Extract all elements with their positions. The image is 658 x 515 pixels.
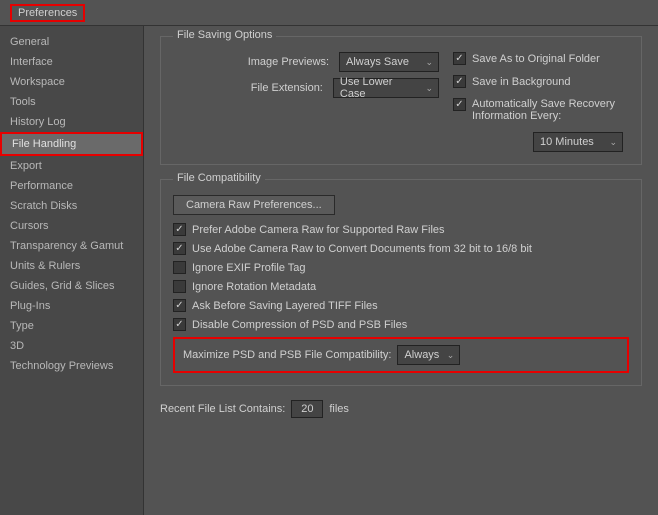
- file-compatibility-title: File Compatibility: [173, 172, 265, 184]
- prefer-adobe-raw-checkbox[interactable]: [173, 223, 186, 236]
- auto-save-recovery-label: Automatically Save Recovery Information …: [472, 98, 629, 122]
- sidebar-item-transparency-gamut[interactable]: Transparency & Gamut: [0, 236, 143, 256]
- recent-files-row: Recent File List Contains: files: [160, 400, 642, 418]
- use-adobe-raw-convert-checkbox[interactable]: [173, 242, 186, 255]
- disable-compression-checkbox[interactable]: [173, 318, 186, 331]
- chevron-down-icon: ⌄: [447, 350, 455, 361]
- recovery-interval-select[interactable]: 10 Minutes ⌄: [533, 132, 623, 152]
- maximize-compat-select[interactable]: Always ⌄: [397, 345, 460, 365]
- sidebar-item-general[interactable]: General: [0, 32, 143, 52]
- ignore-rotation-checkbox[interactable]: [173, 280, 186, 293]
- sidebar-item-guides-grid-slices[interactable]: Guides, Grid & Slices: [0, 276, 143, 296]
- chevron-down-icon: ⌄: [425, 57, 433, 68]
- recent-files-suffix: files: [329, 403, 349, 415]
- sidebar-item-technology-previews[interactable]: Technology Previews: [0, 356, 143, 376]
- sidebar-item-plug-ins[interactable]: Plug-Ins: [0, 296, 143, 316]
- sidebar-item-history-log[interactable]: History Log: [0, 112, 143, 132]
- sidebar: GeneralInterfaceWorkspaceToolsHistory Lo…: [0, 26, 144, 515]
- window-title: Preferences: [10, 4, 85, 22]
- file-saving-title: File Saving Options: [173, 29, 276, 41]
- sidebar-item-interface[interactable]: Interface: [0, 52, 143, 72]
- sidebar-item-export[interactable]: Export: [0, 156, 143, 176]
- sidebar-item-tools[interactable]: Tools: [0, 92, 143, 112]
- sidebar-item-workspace[interactable]: Workspace: [0, 72, 143, 92]
- file-saving-group: File Saving Options Image Previews: Alwa…: [160, 36, 642, 165]
- sidebar-item-cursors[interactable]: Cursors: [0, 216, 143, 236]
- ask-tiff-label: Ask Before Saving Layered TIFF Files: [192, 300, 378, 312]
- sidebar-item-file-handling[interactable]: File Handling: [0, 132, 143, 156]
- image-previews-label: Image Previews:: [173, 56, 333, 68]
- content-panel: File Saving Options Image Previews: Alwa…: [144, 26, 658, 515]
- file-saving-right-column: Save As to Original Folder Save in Backg…: [453, 52, 629, 152]
- auto-save-recovery-checkbox[interactable]: [453, 98, 466, 111]
- title-bar: Preferences: [0, 0, 658, 26]
- ask-tiff-checkbox[interactable]: [173, 299, 186, 312]
- main-area: GeneralInterfaceWorkspaceToolsHistory Lo…: [0, 26, 658, 515]
- disable-compression-label: Disable Compression of PSD and PSB Files: [192, 319, 407, 331]
- image-previews-select[interactable]: Always Save ⌄: [339, 52, 439, 72]
- save-background-label: Save in Background: [472, 76, 570, 88]
- recent-files-input[interactable]: [291, 400, 323, 418]
- sidebar-item-units-rulers[interactable]: Units & Rulers: [0, 256, 143, 276]
- ignore-exif-checkbox[interactable]: [173, 261, 186, 274]
- file-extension-select[interactable]: Use Lower Case ⌄: [333, 78, 439, 98]
- chevron-down-icon: ⌄: [425, 83, 433, 94]
- sidebar-item-3d[interactable]: 3D: [0, 336, 143, 356]
- maximize-compat-highlight: Maximize PSD and PSB File Compatibility:…: [173, 337, 629, 373]
- camera-raw-preferences-button[interactable]: Camera Raw Preferences...: [173, 195, 335, 215]
- sidebar-item-scratch-disks[interactable]: Scratch Disks: [0, 196, 143, 216]
- sidebar-item-performance[interactable]: Performance: [0, 176, 143, 196]
- prefer-adobe-raw-label: Prefer Adobe Camera Raw for Supported Ra…: [192, 224, 445, 236]
- ignore-rotation-label: Ignore Rotation Metadata: [192, 281, 316, 293]
- chevron-down-icon: ⌄: [609, 137, 617, 148]
- save-original-folder-label: Save As to Original Folder: [472, 53, 600, 65]
- file-compatibility-group: File Compatibility Camera Raw Preference…: [160, 179, 642, 386]
- file-extension-label: File Extension:: [173, 82, 327, 94]
- ignore-exif-label: Ignore EXIF Profile Tag: [192, 262, 306, 274]
- file-saving-left-column: Image Previews: Always Save ⌄ File Exten…: [173, 52, 439, 152]
- sidebar-item-type[interactable]: Type: [0, 316, 143, 336]
- recent-files-label: Recent File List Contains:: [160, 403, 285, 415]
- save-background-checkbox[interactable]: [453, 75, 466, 88]
- maximize-compat-label: Maximize PSD and PSB File Compatibility:: [183, 349, 391, 361]
- save-original-folder-checkbox[interactable]: [453, 52, 466, 65]
- use-adobe-raw-convert-label: Use Adobe Camera Raw to Convert Document…: [192, 243, 532, 255]
